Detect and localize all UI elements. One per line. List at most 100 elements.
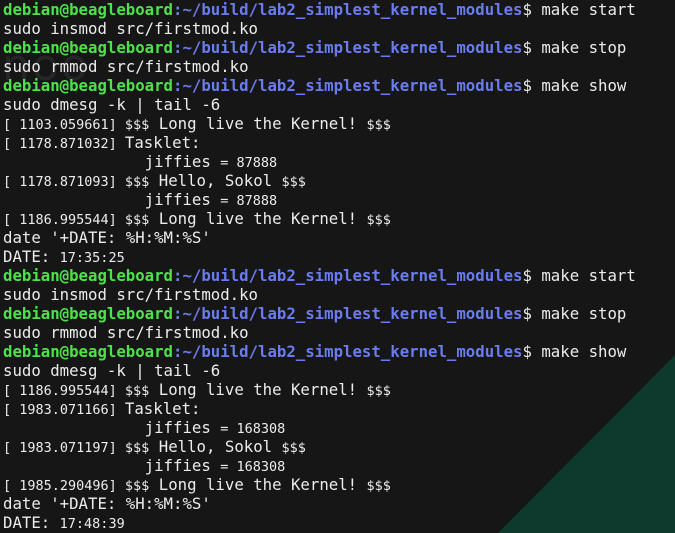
dmesg-timestamp: [ 1983.071166]: [3, 402, 125, 418]
dmesg-marker: $$$: [281, 440, 306, 456]
output-line: date '+DATE: %H:%M:%S': [3, 228, 636, 247]
terminal-window[interactable]: noo debian@beagleboard:~/build/lab2_simp…: [0, 0, 675, 533]
prompt-user-host: debian@beagleboard: [3, 76, 174, 95]
dmesg-continuation-line: jiffies = 87888: [3, 152, 636, 171]
prompt-path: :~/build/lab2_simplest_kernel_modules: [173, 38, 523, 57]
dmesg-message: Long live the Kernel!: [149, 475, 367, 494]
dmesg-line: [ 1983.071197] $$$ Hello, Sokol $$$: [3, 437, 636, 456]
jiffies-value: 87888: [236, 155, 278, 171]
prompt-line: debian@beagleboard:~/build/lab2_simplest…: [3, 0, 636, 19]
prompt-line: debian@beagleboard:~/build/lab2_simplest…: [3, 38, 636, 57]
command-text: make stop: [541, 38, 627, 57]
prompt-path: :~/build/lab2_simplest_kernel_modules: [173, 342, 523, 361]
output-text: date '+DATE: %H:%M:%S': [3, 228, 211, 247]
dmesg-message: Long live the Kernel!: [149, 209, 367, 228]
dmesg-line: [ 1186.995544] $$$ Long live the Kernel!…: [3, 380, 636, 399]
dmesg-message: Tasklet:: [124, 399, 201, 418]
dmesg-continuation-line: jiffies = 168308: [3, 456, 636, 475]
prompt-line: debian@beagleboard:~/build/lab2_simplest…: [3, 266, 636, 285]
prompt-line: debian@beagleboard:~/build/lab2_simplest…: [3, 76, 636, 95]
dmesg-line: [ 1103.059661] $$$ Long live the Kernel!…: [3, 114, 636, 133]
dmesg-timestamp: [ 1186.995544]: [3, 212, 125, 228]
prompt-user-host: debian@beagleboard: [3, 38, 174, 57]
output-line: sudo dmesg -k | tail -6: [3, 95, 636, 114]
jiffies-value: 87888: [236, 193, 278, 209]
output-text: sudo dmesg -k | tail -6: [3, 95, 221, 114]
dmesg-indent: [3, 456, 145, 475]
prompt-path: :~/build/lab2_simplest_kernel_modules: [173, 304, 523, 323]
jiffies-label: jiffies: [144, 456, 221, 475]
dmesg-marker: $$$: [124, 212, 150, 228]
dmesg-marker: $$$: [124, 174, 150, 190]
dmesg-timestamp: [ 1178.871032]: [3, 136, 125, 152]
date-label: DATE:: [3, 247, 60, 266]
prompt-symbol: $: [522, 76, 542, 95]
dmesg-continuation-line: jiffies = 87888: [3, 190, 636, 209]
output-line: date '+DATE: %H:%M:%S': [3, 494, 636, 513]
dmesg-message: Long live the Kernel!: [149, 114, 367, 133]
dmesg-line: [ 1186.995544] $$$ Long live the Kernel!…: [3, 209, 636, 228]
date-label: DATE:: [3, 513, 60, 532]
output-text: sudo insmod src/firstmod.ko: [3, 285, 259, 304]
jiffies-equals: =: [220, 421, 237, 437]
output-line: sudo rmmod src/firstmod.ko: [3, 57, 636, 76]
output-line: sudo insmod src/firstmod.ko: [3, 285, 636, 304]
prompt-path: :~/build/lab2_simplest_kernel_modules: [173, 0, 523, 19]
dmesg-marker: $$$: [366, 212, 391, 228]
dmesg-line: [ 1985.290496] $$$ Long live the Kernel!…: [3, 475, 636, 494]
jiffies-label: jiffies: [144, 418, 221, 437]
command-text: make show: [541, 76, 627, 95]
prompt-symbol: $: [522, 266, 542, 285]
dmesg-line: [ 1178.871032] Tasklet:: [3, 133, 636, 152]
dmesg-message: Long live the Kernel!: [149, 380, 367, 399]
dmesg-marker: $$$: [366, 117, 391, 133]
jiffies-equals: =: [220, 459, 237, 475]
output-text: sudo dmesg -k | tail -6: [3, 361, 221, 380]
prompt-user-host: debian@beagleboard: [3, 304, 174, 323]
dmesg-indent: [3, 152, 145, 171]
jiffies-equals: =: [220, 193, 237, 209]
command-text: make start: [541, 0, 636, 19]
prompt-path: :~/build/lab2_simplest_kernel_modules: [173, 76, 523, 95]
dmesg-marker: $$$: [366, 383, 391, 399]
output-line: sudo rmmod src/firstmod.ko: [3, 323, 636, 342]
prompt-symbol: $: [522, 304, 542, 323]
command-text: make start: [541, 266, 636, 285]
date-output-line: DATE: 17:35:25: [3, 247, 636, 266]
prompt-line: debian@beagleboard:~/build/lab2_simplest…: [3, 304, 636, 323]
output-line: sudo dmesg -k | tail -6: [3, 361, 636, 380]
terminal-output[interactable]: debian@beagleboard:~/build/lab2_simplest…: [3, 0, 636, 532]
jiffies-label: jiffies: [144, 152, 221, 171]
output-text: sudo insmod src/firstmod.ko: [3, 19, 259, 38]
dmesg-message: Hello, Sokol: [149, 171, 282, 190]
prompt-symbol: $: [522, 38, 542, 57]
prompt-line: debian@beagleboard:~/build/lab2_simplest…: [3, 342, 636, 361]
dmesg-marker: $$$: [124, 478, 150, 494]
prompt-symbol: $: [522, 0, 542, 19]
date-value: 17:48:39: [59, 516, 125, 532]
prompt-user-host: debian@beagleboard: [3, 342, 174, 361]
dmesg-timestamp: [ 1985.290496]: [3, 478, 125, 494]
jiffies-value: 168308: [236, 459, 286, 475]
prompt-user-host: debian@beagleboard: [3, 266, 174, 285]
dmesg-indent: [3, 418, 145, 437]
jiffies-equals: =: [220, 155, 237, 171]
dmesg-message: Tasklet:: [124, 133, 201, 152]
command-text: make stop: [541, 304, 627, 323]
dmesg-timestamp: [ 1178.871093]: [3, 174, 125, 190]
output-text: date '+DATE: %H:%M:%S': [3, 494, 211, 513]
dmesg-marker: $$$: [366, 478, 391, 494]
dmesg-timestamp: [ 1186.995544]: [3, 383, 125, 399]
output-text: sudo rmmod src/firstmod.ko: [3, 57, 249, 76]
prompt-user-host: debian@beagleboard: [3, 0, 174, 19]
dmesg-timestamp: [ 1103.059661]: [3, 117, 125, 133]
dmesg-line: [ 1178.871093] $$$ Hello, Sokol $$$: [3, 171, 636, 190]
dmesg-marker: $$$: [124, 117, 150, 133]
dmesg-line: [ 1983.071166] Tasklet:: [3, 399, 636, 418]
dmesg-marker: $$$: [124, 383, 150, 399]
date-value: 17:35:25: [59, 250, 125, 266]
jiffies-value: 168308: [236, 421, 286, 437]
prompt-path: :~/build/lab2_simplest_kernel_modules: [173, 266, 523, 285]
output-line: sudo insmod src/firstmod.ko: [3, 19, 636, 38]
command-text: make show: [541, 342, 627, 361]
